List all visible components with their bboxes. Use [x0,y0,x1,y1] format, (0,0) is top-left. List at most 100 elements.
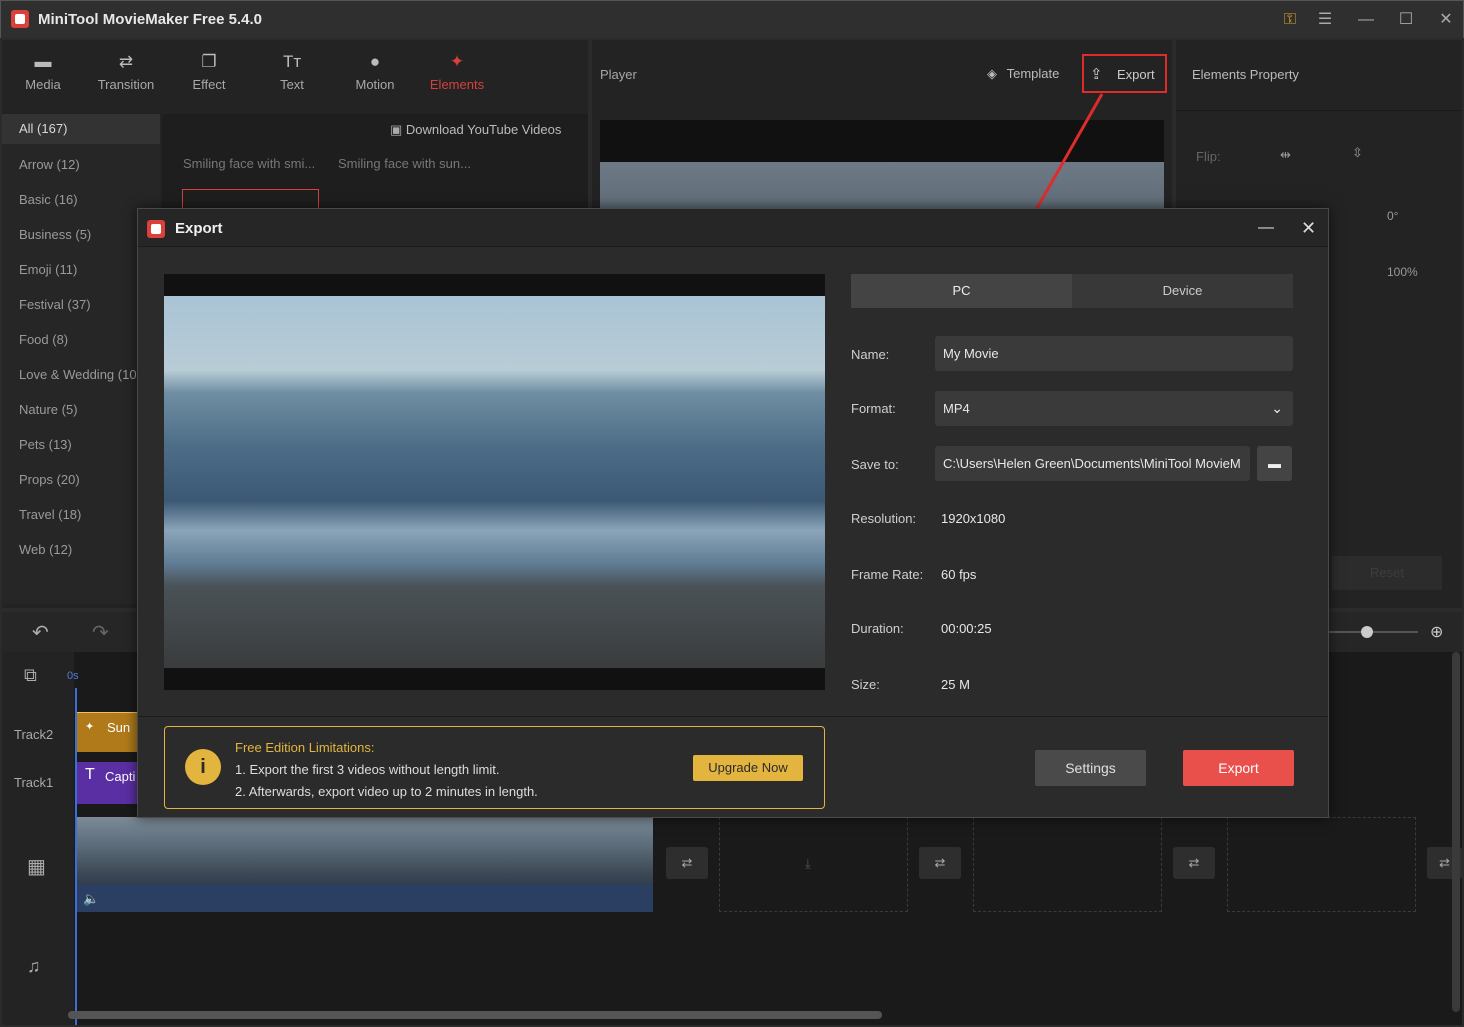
limitations-title: Free Edition Limitations: [235,740,375,755]
category-item[interactable]: Love & Wedding (10) [19,367,141,382]
empty-clip-slot[interactable]: ⤓ [719,817,908,912]
elements-icon: ✦ [449,52,465,71]
category-item[interactable]: Props (20) [19,472,80,487]
category-item[interactable]: Arrow (12) [19,157,80,172]
save-path-input[interactable]: C:\Users\Helen Green\Documents\MiniTool … [935,446,1250,481]
minimize-icon[interactable]: — [1355,9,1377,31]
sun-element-clip[interactable]: ✦ Sun [77,712,139,752]
tab-motion[interactable]: ● Motion [335,50,415,93]
tab-effect[interactable]: ❐ Effect [169,50,249,93]
category-item[interactable]: Nature (5) [19,402,78,417]
folder-icon: ▬ [34,52,52,71]
horizontal-scrollbar[interactable] [68,1011,882,1019]
upgrade-now-button[interactable]: Upgrade Now [693,755,803,781]
limitations-box: i Free Edition Limitations: 1. Export th… [164,726,825,809]
frame-rate-label: Frame Rate: [851,567,924,582]
category-item[interactable]: Travel (18) [19,507,81,522]
template-button[interactable]: ◈ Template [987,66,1059,82]
title-bar: MiniTool MovieMaker Free 5.4.0 ⚿ ☰ — ☐ ✕ [0,0,1464,38]
download-youtube-link[interactable]: ▣ Download YouTube Videos [390,122,561,138]
element-item-label[interactable]: Smiling face with smi... [183,156,315,171]
tab-media[interactable]: ▬ Media [3,50,83,93]
zoom-slider-thumb[interactable] [1361,626,1373,638]
tab-elements[interactable]: ✦ Elements [417,50,497,93]
tab-pc[interactable]: PC [851,274,1072,308]
resolution-label: Resolution: [851,511,917,526]
empty-clip-slot[interactable] [973,817,1162,912]
dialog-header: Export — ✕ [138,209,1328,247]
motion-icon: ● [369,52,381,71]
track-label: Track2 [14,727,54,742]
category-item[interactable]: Business (5) [19,227,91,242]
size-label: Size: [851,677,880,692]
speaker-icon[interactable]: 🔈 [83,891,99,907]
transition-slot-icon[interactable]: ⇄ [919,847,961,879]
menu-icon[interactable]: ☰ [1314,9,1336,31]
element-item-label[interactable]: Smiling face with sun... [338,156,471,171]
key-icon[interactable]: ⚿ [1279,9,1301,31]
redo-icon[interactable]: ↷ [92,620,109,645]
app-logo-icon [147,220,165,238]
category-item[interactable]: Web (12) [19,542,72,557]
name-input[interactable]: My Movie [935,336,1293,371]
vertical-scrollbar[interactable] [1452,652,1460,1012]
caption-clip[interactable]: T Capti [77,762,139,804]
tab-device[interactable]: Device [1072,274,1293,308]
minimize-icon[interactable]: — [1258,219,1274,237]
flip-horizontal-icon[interactable]: ⇹ [1280,147,1291,163]
element-icon: ✦ [85,721,95,733]
zoom-slider[interactable] [1328,631,1418,633]
zoom-in-icon[interactable]: ⊕ [1430,622,1443,642]
empty-clip-slot[interactable] [1227,817,1416,912]
youtube-icon: ▣ [390,122,403,137]
category-item[interactable]: Emoji (11) [19,262,77,277]
frame-rate-value: 60 fps [941,567,977,582]
transition-slot-icon[interactable]: ⇄ [1173,847,1215,879]
duration-value: 00:00:25 [941,621,992,636]
close-icon[interactable]: ✕ [1435,9,1457,31]
export-preview [164,274,825,690]
close-icon[interactable]: ✕ [1301,218,1316,239]
app-logo-icon [11,10,29,28]
settings-button[interactable]: Settings [1035,750,1146,786]
category-item[interactable]: Pets (13) [19,437,72,452]
category-item[interactable]: Festival (37) [19,297,91,312]
divider [138,716,1328,717]
ruler-start-label: 0s [67,670,79,682]
music-track-icon: ♫ [27,956,41,976]
export-button[interactable]: Export [1183,750,1294,786]
clip-label: Capti [105,769,136,784]
flip-label: Flip: [1196,149,1221,164]
export-top-label: Export [1117,67,1155,82]
duration-label: Duration: [851,621,904,636]
category-item[interactable]: All (167) [2,114,160,144]
chevron-down-icon: ⌄ [1271,400,1283,416]
category-item[interactable]: Food (8) [19,332,68,347]
dialog-title: Export [175,220,223,237]
scale-value: 100% [1387,265,1418,279]
undo-icon[interactable]: ↶ [32,620,49,645]
folder-browse-icon[interactable]: ▬ [1257,446,1292,481]
save-to-label: Save to: [851,457,899,472]
export-button-highlight[interactable]: ⇪ Export [1082,54,1167,93]
tab-text[interactable]: Tт Text [252,50,332,93]
video-clip[interactable]: 🔈 [77,817,653,912]
format-select[interactable]: MP4 ⌄ [935,391,1293,426]
category-item[interactable]: Basic (16) [19,192,78,207]
transition-slot-icon[interactable]: ⇄ [666,847,708,879]
reset-button[interactable]: Reset [1332,556,1442,590]
tab-transition[interactable]: ⇄ Transition [86,50,166,93]
player-label: Player [600,67,637,82]
add-track-icon[interactable]: ⧉ [24,665,37,686]
import-icon: ⤓ [805,856,811,871]
divider [1176,110,1462,111]
upload-icon: ⇪ [1090,66,1103,83]
properties-title: Elements Property [1192,67,1299,82]
size-value: 25 M [941,677,970,692]
flip-vertical-icon[interactable]: ⇳ [1352,145,1363,161]
clip-label: Sun [107,720,131,735]
maximize-icon[interactable]: ☐ [1395,9,1417,31]
export-dialog: Export — ✕ PC Device Name: My Movie Form… [137,208,1329,818]
limitations-line2: 2. Afterwards, export video up to 2 minu… [235,784,538,799]
info-icon: i [185,749,221,785]
